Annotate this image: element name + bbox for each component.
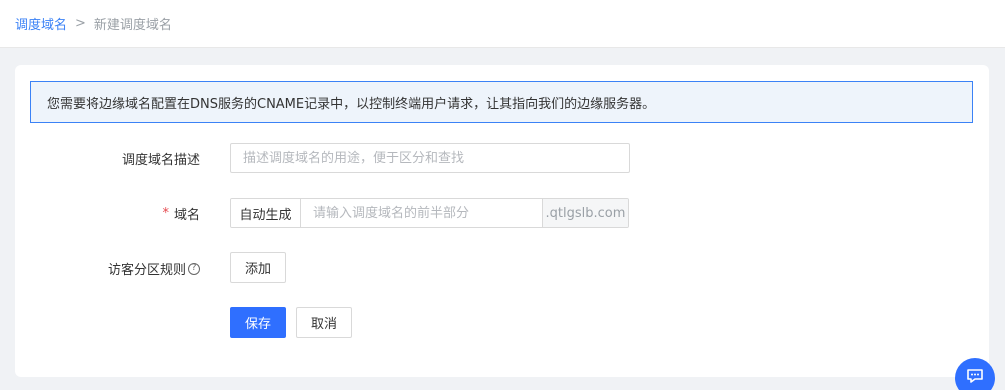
notice-text: 您需要将边缘域名配置在DNS服务的CNAME记录中，以控制终端用户请求，让其指向… — [47, 96, 656, 112]
domain-suffix: .qtlgslb.com — [542, 199, 628, 227]
cancel-button[interactable]: 取消 — [296, 307, 352, 338]
breadcrumb: 调度域名 > 新建调度域名 — [15, 14, 172, 33]
form-card: 您需要将边缘域名配置在DNS服务的CNAME记录中，以控制终端用户请求，让其指向… — [15, 65, 989, 377]
top-bar: 调度域名 > 新建调度域名 — [0, 0, 1005, 48]
domain-prefix-input[interactable] — [301, 199, 542, 227]
breadcrumb-link-dispatch-domains[interactable]: 调度域名 — [15, 14, 67, 33]
breadcrumb-separator: > — [75, 15, 86, 31]
chat-support-button[interactable] — [955, 358, 995, 390]
breadcrumb-current: 新建调度域名 — [93, 17, 172, 33]
question-circle-icon[interactable]: ? — [188, 262, 200, 275]
add-rule-button[interactable]: 添加 — [230, 252, 286, 283]
info-notice: 您需要将边缘域名配置在DNS服务的CNAME记录中，以控制终端用户请求，让其指向… — [30, 81, 973, 123]
required-mark: * — [162, 206, 169, 221]
description-input[interactable] — [230, 143, 630, 173]
domain-label: * 域名 — [162, 206, 200, 223]
chat-bubble-icon — [967, 369, 983, 383]
description-label: 调度域名描述 — [121, 153, 200, 168]
domain-input-group: 自动生成 .qtlgslb.com — [230, 198, 629, 228]
auto-generate-button[interactable]: 自动生成 — [231, 199, 301, 227]
visitor-rules-label: 访客分区规则 ? — [15, 259, 215, 278]
save-button[interactable]: 保存 — [230, 307, 286, 338]
